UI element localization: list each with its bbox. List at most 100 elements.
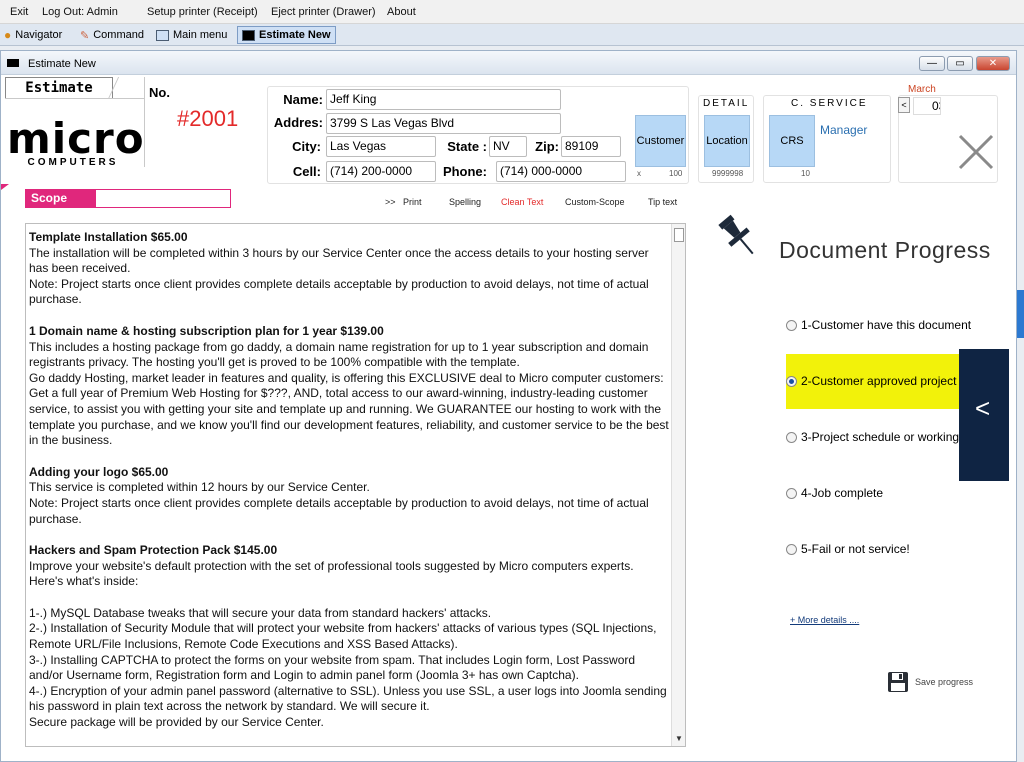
- address-label: Addres:: [273, 115, 323, 130]
- cell-field[interactable]: (714) 200-0000: [326, 161, 436, 182]
- section-title: 1 Domain name & hosting subscription pla…: [29, 323, 384, 338]
- radio-icon[interactable]: [786, 431, 797, 443]
- crs-count: 10: [801, 169, 810, 178]
- progress-option-2[interactable]: 2-Customer approved project: [786, 374, 956, 388]
- city-label: City:: [292, 139, 321, 154]
- maximize-button[interactable]: ▭: [947, 56, 973, 71]
- phone-label: Phone:: [442, 164, 487, 179]
- document-progress-title: Document Progress: [779, 237, 991, 263]
- zip-label: Zip:: [535, 139, 559, 154]
- close-x-icon[interactable]: [957, 133, 995, 171]
- section-text: Note: Project starts once client provide…: [29, 495, 649, 526]
- navigator-button[interactable]: ● Navigator: [0, 26, 66, 44]
- radio-icon[interactable]: [786, 319, 797, 331]
- crs-button[interactable]: CRS: [769, 115, 815, 167]
- phone-field[interactable]: (714) 000-0000: [496, 161, 626, 182]
- location-count: 9999998: [712, 169, 744, 178]
- tip-text-link[interactable]: Tip text: [648, 197, 677, 207]
- state-field[interactable]: NV: [489, 136, 527, 157]
- scope-title-field[interactable]: Scope Title:: [25, 189, 231, 222]
- menu-eject-printer[interactable]: Eject printer (Drawer): [271, 6, 376, 18]
- zip-field[interactable]: 89109: [561, 136, 621, 157]
- customer-x: x: [637, 169, 641, 178]
- minimize-button[interactable]: —: [919, 56, 945, 71]
- estimate-number-label: No.: [149, 85, 170, 100]
- manager-link[interactable]: Manager: [820, 123, 867, 137]
- radio-icon[interactable]: [786, 543, 797, 555]
- section-text: The installation will be completed withi…: [29, 245, 649, 276]
- scrollbar[interactable]: ▼: [671, 224, 685, 746]
- section-title: Template Installation $65.00: [29, 230, 188, 244]
- collapse-panel[interactable]: <: [959, 349, 1009, 481]
- radio-icon[interactable]: [786, 487, 797, 499]
- pushpin-icon: [718, 214, 754, 255]
- cservice-label: C. SERVICE: [791, 98, 868, 109]
- logo-wordmark: micro: [7, 114, 145, 163]
- state-label: State :: [447, 139, 487, 154]
- window-titlebar: Estimate New — ▭ ✕: [1, 51, 1016, 75]
- divider: [144, 77, 145, 167]
- menu-about[interactable]: About: [387, 6, 416, 18]
- main-menu-button[interactable]: Main menu: [152, 26, 231, 44]
- section-text: Improve your website's default protectio…: [29, 558, 634, 589]
- tool-arrows: >>: [385, 197, 396, 207]
- month-label: March: [908, 84, 936, 95]
- clean-text-link[interactable]: Clean Text: [501, 197, 543, 207]
- list-item: 3-.) Installing CAPTCHA to protect the f…: [29, 652, 636, 683]
- close-button[interactable]: ✕: [976, 56, 1010, 71]
- radio-selected-icon[interactable]: [786, 375, 797, 387]
- menu-setup-printer[interactable]: Setup printer (Receipt): [147, 6, 258, 18]
- city-field[interactable]: Las Vegas: [326, 136, 436, 157]
- save-progress-button[interactable]: Save progress: [887, 671, 973, 693]
- progress-option-4[interactable]: 4-Job complete: [786, 486, 883, 500]
- progress-option-5[interactable]: 5-Fail or not service!: [786, 542, 910, 556]
- scope-content: Template Installation $65.00 The install…: [29, 226, 669, 731]
- menu-bar: Exit Log Out: Admin Setup printer (Recei…: [0, 0, 1024, 24]
- estimate-tab[interactable]: Estimate: [5, 77, 113, 99]
- grid-icon: [156, 29, 169, 41]
- estimate-number: #2001: [177, 106, 239, 131]
- compass-icon: ●: [4, 28, 12, 42]
- print-link[interactable]: Print: [403, 197, 422, 207]
- scroll-thumb[interactable]: [674, 228, 684, 242]
- chevron-left-icon: <: [975, 393, 991, 423]
- corner-marker: [1, 184, 9, 190]
- prev-month-button[interactable]: <: [898, 97, 910, 113]
- section-title: Hackers and Spam Protection Pack $145.00: [29, 543, 278, 558]
- scope-textarea[interactable]: Template Installation $65.00 The install…: [25, 223, 686, 747]
- window-title: Estimate New: [28, 58, 96, 70]
- section-text: Note: Project starts once client provide…: [29, 276, 649, 307]
- address-field[interactable]: 3799 S Las Vegas Blvd: [326, 113, 561, 134]
- toolbar: ● Navigator ✎ Command Main menu Estimate…: [0, 24, 1024, 46]
- list-item: 4-.) Encryption of your admin panel pass…: [29, 683, 667, 714]
- window-icon: [7, 59, 19, 67]
- section-text: This service is completed within 12 hour…: [29, 480, 370, 495]
- progress-option-3[interactable]: 3-Project schedule or working: [786, 430, 959, 444]
- tab-underline: [5, 98, 145, 99]
- location-button[interactable]: Location: [704, 115, 750, 167]
- pencil-icon: ✎: [80, 29, 90, 42]
- estimate-window: Estimate New — ▭ ✕ Estimate micro COMPUT…: [0, 50, 1017, 762]
- scroll-down-icon[interactable]: ▼: [675, 734, 683, 743]
- section-text: This includes a hosting package from go …: [29, 339, 649, 370]
- company-logo: micro COMPUTERS: [7, 114, 145, 169]
- more-details-link[interactable]: + More details ....: [790, 615, 859, 625]
- menu-exit[interactable]: Exit: [10, 6, 28, 18]
- command-button[interactable]: ✎ Command: [76, 26, 148, 44]
- customer-button[interactable]: Customer: [635, 115, 686, 167]
- list-item: Secure package will be provided by our S…: [29, 715, 324, 730]
- window-icon: [242, 29, 255, 41]
- spelling-link[interactable]: Spelling: [449, 197, 481, 207]
- list-item: 1-.) MySQL Database tweaks that will sec…: [29, 605, 492, 620]
- floppy-disk-icon: [888, 672, 908, 692]
- estimate-new-tab[interactable]: Estimate New: [237, 26, 336, 44]
- customer-count: 100: [669, 169, 683, 178]
- menu-logout[interactable]: Log Out: Admin: [42, 6, 118, 18]
- day-field[interactable]: 03: [913, 97, 941, 115]
- custom-scope-link[interactable]: Custom-Scope: [565, 197, 625, 207]
- detail-label: DETAIL: [703, 98, 750, 109]
- progress-option-1[interactable]: 1-Customer have this document: [786, 318, 971, 332]
- name-field[interactable]: Jeff King: [326, 89, 561, 110]
- list-item: 2-.) Installation of Security Module tha…: [29, 621, 657, 652]
- background-strip: [1017, 290, 1024, 338]
